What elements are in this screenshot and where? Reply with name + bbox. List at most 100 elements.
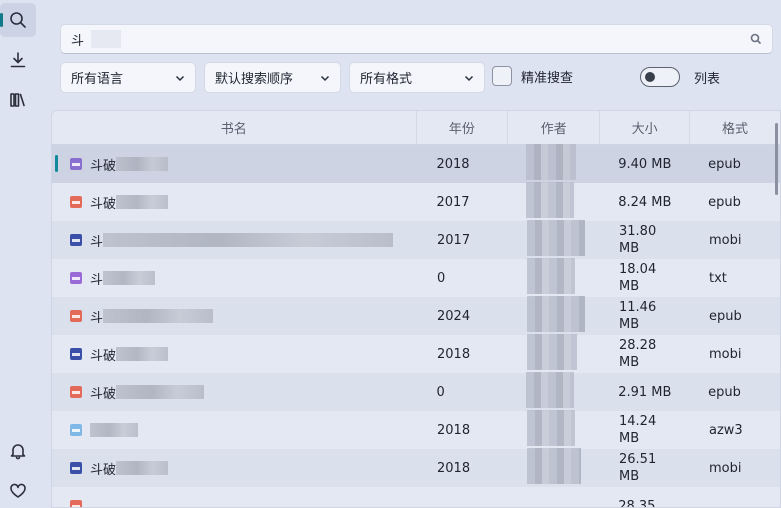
- cell-author: [509, 334, 601, 374]
- file-format-icon: [70, 310, 82, 322]
- title-obscured: [103, 233, 394, 247]
- file-format-icon: [70, 158, 82, 170]
- language-dropdown[interactable]: 所有语言: [60, 62, 196, 93]
- table-row[interactable]: 斗破 2017 8.24 MB epub: [52, 182, 780, 222]
- cell-size: 18.04 MB: [619, 262, 657, 294]
- column-header-author[interactable]: 作者: [508, 111, 601, 144]
- cell-format: epub: [708, 194, 741, 210]
- cell-size: 31.80 MB: [619, 224, 657, 256]
- nav-favorites[interactable]: [0, 474, 36, 508]
- column-header-size[interactable]: 大小: [600, 111, 691, 144]
- cell-title: 斗破: [52, 459, 417, 478]
- list-view-label: 列表: [694, 71, 721, 87]
- table-row[interactable]: 斗破 2018 26.51 MB mobi: [52, 448, 780, 487]
- order-dropdown[interactable]: 默认搜索顺序: [204, 62, 341, 93]
- cell-title: 斗: [52, 231, 417, 250]
- title-obscured: [103, 271, 156, 285]
- book-title: 斗破: [90, 386, 117, 402]
- search-box[interactable]: [60, 24, 773, 54]
- table-row[interactable]: 斗破 2018 9.40 MB epub: [52, 144, 780, 183]
- exact-search-label: 精准搜查: [521, 70, 574, 86]
- author-obscured: [527, 296, 585, 332]
- file-format-icon: [70, 234, 82, 246]
- cell-year: 2024: [437, 308, 471, 324]
- download-icon: [10, 52, 26, 68]
- cell-title: 斗破: [52, 155, 416, 174]
- author-obscured: [526, 182, 575, 218]
- author-obscured: [527, 334, 577, 370]
- table-row[interactable]: 斗 2024 11.46 MB epub: [52, 296, 780, 335]
- cell-year: 0: [436, 384, 445, 400]
- cell-format: azw3: [709, 422, 743, 438]
- book-title: 斗: [90, 310, 104, 326]
- table-row[interactable]: 2018 14.24 MB azw3: [52, 410, 780, 450]
- table-row[interactable]: 斗破 0 2.91 MB epub: [52, 372, 780, 412]
- nav-search[interactable]: [0, 3, 36, 37]
- cell-size: 26.51 MB: [619, 452, 657, 484]
- search-icon[interactable]: [750, 33, 762, 45]
- chevron-down-icon: [464, 75, 474, 81]
- cell-author: [509, 220, 601, 260]
- exact-search-checkbox[interactable]: [492, 66, 512, 86]
- file-format-icon: [70, 272, 82, 284]
- cell-format: mobi: [709, 346, 742, 362]
- title-obscured: [90, 423, 138, 437]
- cell-size: 28.35: [618, 498, 656, 508]
- cell-title: 斗: [52, 307, 417, 326]
- cell-title: 斗破: [52, 345, 417, 364]
- language-dropdown-label: 所有语言: [71, 72, 124, 87]
- column-header-title[interactable]: 书名: [52, 111, 417, 144]
- author-obscured: [527, 448, 581, 484]
- cell-year: 2018: [437, 460, 471, 476]
- table-body: 斗破 2018 9.40 MB epub 斗破 2017 8.24 MB epub 斗 2017 3…: [52, 144, 780, 508]
- nav-library[interactable]: [0, 83, 36, 117]
- cell-author: [509, 258, 601, 298]
- table-row[interactable]: 28.35: [52, 487, 780, 508]
- table-row[interactable]: 斗破 2018 28.28 MB mobi: [52, 334, 780, 374]
- column-header-year[interactable]: 年份: [417, 111, 509, 144]
- book-title: 斗破: [90, 462, 117, 478]
- format-dropdown-label: 所有格式: [360, 72, 413, 87]
- title-obscured: [116, 195, 169, 209]
- cell-author: [508, 372, 600, 412]
- file-format-icon: [70, 386, 82, 398]
- cell-title: 斗破: [52, 193, 416, 212]
- results-table: 书名 年份 作者 大小 格式 斗破 2018 9.40 MB epub 斗破 2017 8.…: [51, 110, 781, 508]
- title-obscured: [116, 157, 169, 171]
- file-format-icon: [70, 462, 82, 474]
- cell-size: 28.28 MB: [619, 338, 657, 370]
- file-format-icon: [70, 348, 82, 360]
- cell-size: 9.40 MB: [618, 156, 672, 172]
- cell-format: epub: [709, 308, 742, 324]
- title-obscured: [116, 461, 169, 475]
- cell-title: [52, 500, 416, 507]
- table-row[interactable]: 斗 2017 31.80 MB mobi: [52, 220, 780, 260]
- cell-format: epub: [708, 156, 741, 172]
- book-title: 斗: [90, 234, 104, 250]
- format-dropdown[interactable]: 所有格式: [349, 62, 485, 93]
- nav-downloads[interactable]: [0, 43, 36, 77]
- chevron-down-icon: [320, 75, 330, 81]
- list-view-option: 列表: [640, 67, 720, 87]
- author-obscured: [527, 220, 585, 256]
- nav-notifications[interactable]: [0, 434, 36, 468]
- cell-title: [52, 423, 417, 437]
- left-rail: [0, 0, 38, 508]
- cell-title: 斗: [52, 269, 417, 288]
- exact-search-option: 精准搜查: [492, 66, 573, 86]
- cell-format: epub: [708, 384, 741, 400]
- cell-author: [509, 410, 601, 450]
- cell-format: mobi: [709, 460, 742, 476]
- chevron-down-icon: [175, 75, 185, 81]
- file-format-icon: [70, 424, 82, 436]
- author-obscured: [527, 410, 575, 446]
- title-obscured: [116, 385, 205, 399]
- table-row[interactable]: 斗 0 18.04 MB txt: [52, 258, 780, 298]
- author-obscured: [527, 258, 575, 294]
- scrollbar[interactable]: [775, 123, 778, 195]
- list-view-toggle[interactable]: [640, 67, 680, 87]
- column-header-format[interactable]: 格式: [690, 111, 780, 144]
- title-obscured: [103, 309, 214, 323]
- author-obscured: [526, 144, 577, 180]
- cell-author: [508, 182, 600, 222]
